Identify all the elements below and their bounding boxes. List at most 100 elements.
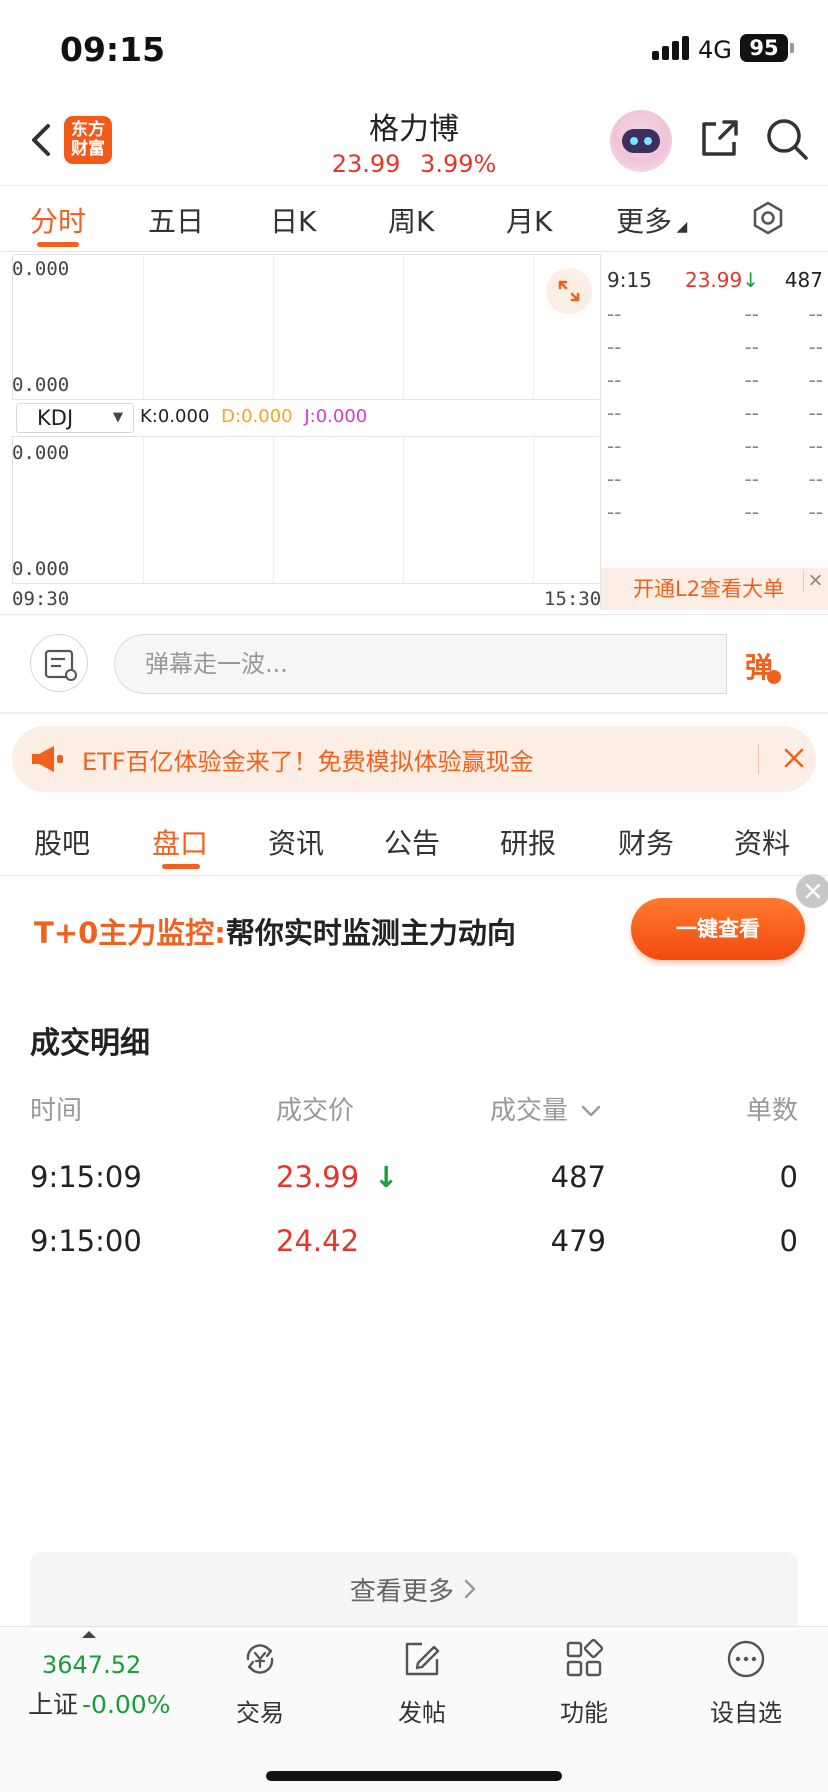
chart-period-tabs: 分时 五日 日K 周K 月K 更多 ◢ bbox=[0, 186, 828, 252]
battery-tip bbox=[790, 43, 794, 53]
deals-title: 成交明细 bbox=[30, 1026, 150, 1061]
megaphone-icon bbox=[32, 746, 63, 772]
notice-text: ETF百亿体验金来了！免费模拟体验赢现金 bbox=[82, 748, 534, 776]
tick-row: 9:15 23.99↓ 487 bbox=[607, 268, 823, 292]
tab-five-day[interactable]: 五日 bbox=[148, 200, 204, 240]
promo-title: T+0主力监控:帮你实时监测主力动向 bbox=[34, 916, 516, 950]
tick-row: -- -- -- bbox=[607, 500, 823, 524]
battery-icon: 95 bbox=[740, 34, 788, 62]
caret-up-icon bbox=[82, 1631, 96, 1638]
status-time: 09:15 bbox=[60, 30, 166, 69]
upper-max-label: 0.000 bbox=[12, 258, 70, 280]
tick-row: -- -- -- bbox=[607, 434, 823, 458]
stock-header: 东方 财富 格力博 23.99 3.99% bbox=[0, 96, 828, 186]
stock-change-pct: 3.99% bbox=[420, 150, 497, 178]
index-name: 上证 bbox=[28, 1690, 79, 1719]
nav-trade[interactable]: 交易 bbox=[200, 1639, 320, 1729]
lower-max-label: 0.000 bbox=[12, 442, 70, 464]
barrage-input[interactable]: 弹幕走一波... bbox=[114, 634, 796, 694]
tab-month-k[interactable]: 月K bbox=[506, 200, 552, 240]
trade-yuan-icon bbox=[246, 1644, 274, 1674]
active-tab-indicator bbox=[162, 864, 200, 869]
lower-min-label: 0.000 bbox=[12, 558, 70, 580]
caret-down-icon: ◢ bbox=[672, 219, 688, 235]
expand-icon[interactable] bbox=[546, 268, 592, 314]
network-type: 4G bbox=[698, 36, 732, 64]
k-value: K:0.000 bbox=[140, 406, 210, 427]
signal-icon bbox=[652, 36, 692, 60]
gear-icon[interactable] bbox=[750, 200, 786, 236]
check-icon bbox=[767, 670, 781, 684]
tab-pankou[interactable]: 盘口 bbox=[152, 822, 208, 862]
kdj-values: K:0.000 D:0.000 J:0.000 bbox=[140, 406, 373, 427]
nav-add-watchlist[interactable]: 设自选 bbox=[686, 1639, 806, 1729]
status-bar: 09:15 4G 95 bbox=[0, 0, 828, 96]
robot-assistant-icon[interactable] bbox=[610, 110, 672, 172]
edit-icon bbox=[405, 1642, 440, 1676]
tick-row: -- -- -- bbox=[607, 368, 823, 392]
close-icon[interactable] bbox=[782, 746, 806, 770]
grid-icon bbox=[566, 1639, 604, 1677]
upper-min-label: 0.000 bbox=[12, 374, 70, 396]
chevron-right-icon bbox=[464, 1579, 476, 1599]
barrage-send-button[interactable]: 弹 bbox=[726, 634, 798, 694]
promo-notice-bar[interactable]: ETF百亿体验金来了！免费模拟体验赢现金 bbox=[12, 726, 816, 792]
home-indicator bbox=[266, 1771, 562, 1781]
d-value: D:0.000 bbox=[221, 406, 293, 427]
notice-separator bbox=[758, 744, 759, 774]
barrage-settings-icon[interactable] bbox=[30, 634, 88, 692]
divider bbox=[0, 614, 828, 615]
col-header-count: 单数 bbox=[745, 1096, 798, 1126]
table-row: 9:15:00 24.42 479 0 bbox=[30, 1224, 798, 1258]
more-dots-icon bbox=[727, 1640, 765, 1678]
indicator-select[interactable]: KDJ ▼ bbox=[16, 403, 134, 433]
down-arrow-icon: ↓ bbox=[742, 268, 759, 292]
l2-upgrade-banner[interactable]: 开通L2查看大单 bbox=[601, 568, 828, 610]
table-row: 9:15:09 23.99 ↓ 487 0 bbox=[30, 1160, 798, 1194]
tab-day-k[interactable]: 日K bbox=[270, 200, 316, 240]
chevron-down-icon bbox=[582, 1105, 601, 1117]
tab-research[interactable]: 研报 bbox=[500, 822, 556, 862]
dropdown-caret-icon: ▼ bbox=[113, 410, 123, 425]
tick-row: -- -- -- bbox=[607, 335, 823, 359]
bottom-nav: 3647.52 上证 -0.00% 交易 发帖 功能 设自选 bbox=[0, 1626, 828, 1792]
tab-more[interactable]: 更多 ◢ bbox=[616, 200, 687, 240]
time-end-label: 15:30 bbox=[544, 588, 602, 610]
nav-post[interactable]: 发帖 bbox=[362, 1639, 482, 1729]
tab-guba[interactable]: 股吧 bbox=[34, 822, 90, 862]
col-header-volume[interactable]: 成交量 bbox=[490, 1090, 602, 1127]
tick-row: -- -- -- bbox=[607, 401, 823, 425]
tab-announcements[interactable]: 公告 bbox=[384, 822, 440, 862]
share-icon[interactable] bbox=[696, 116, 742, 162]
close-icon[interactable] bbox=[803, 570, 827, 592]
tick-panel[interactable]: 9:15 23.99↓ 487 -- -- -- -- -- -- -- -- -- -- -… bbox=[600, 254, 828, 610]
t0-promo-banner[interactable]: T+0主力监控:帮你实时监测主力动向 一键查看 bbox=[0, 874, 828, 986]
tick-row: -- -- -- bbox=[607, 302, 823, 326]
tick-row: -- -- -- bbox=[607, 467, 823, 491]
time-start-label: 09:30 bbox=[12, 588, 70, 610]
search-icon[interactable] bbox=[764, 116, 810, 162]
divider bbox=[0, 712, 828, 714]
index-value: 3647.52 bbox=[42, 1651, 142, 1679]
view-more-button[interactable]: 查看更多 bbox=[30, 1552, 798, 1632]
j-value: J:0.000 bbox=[304, 406, 368, 427]
tab-finance[interactable]: 财务 bbox=[618, 822, 674, 862]
col-header-time: 时间 bbox=[30, 1096, 83, 1126]
close-icon[interactable] bbox=[796, 874, 828, 908]
down-arrow-icon: ↓ bbox=[374, 1160, 399, 1194]
tab-profile[interactable]: 资料 bbox=[734, 822, 790, 862]
section-tabs: 股吧 盘口 资讯 公告 研报 财务 资料 bbox=[0, 806, 828, 876]
stock-price: 23.99 bbox=[331, 150, 401, 178]
tab-intraday[interactable]: 分时 bbox=[30, 200, 86, 240]
index-change: -0.00% bbox=[82, 1690, 171, 1719]
indicator-chart-panel bbox=[12, 436, 599, 584]
tab-news[interactable]: 资讯 bbox=[268, 822, 324, 862]
tab-week-k[interactable]: 周K bbox=[388, 200, 434, 240]
indicator-bar: KDJ ▼ K:0.000 D:0.000 J:0.000 bbox=[12, 400, 599, 436]
nav-functions[interactable]: 功能 bbox=[524, 1639, 644, 1729]
active-tab-indicator bbox=[37, 242, 79, 247]
view-now-button[interactable]: 一键查看 bbox=[631, 898, 805, 960]
intraday-chart[interactable]: 0.000 0.000 KDJ ▼ K:0.000 D:0.000 J:0.00… bbox=[12, 254, 602, 614]
col-header-price: 成交价 bbox=[276, 1096, 355, 1126]
price-chart-panel bbox=[12, 254, 599, 400]
